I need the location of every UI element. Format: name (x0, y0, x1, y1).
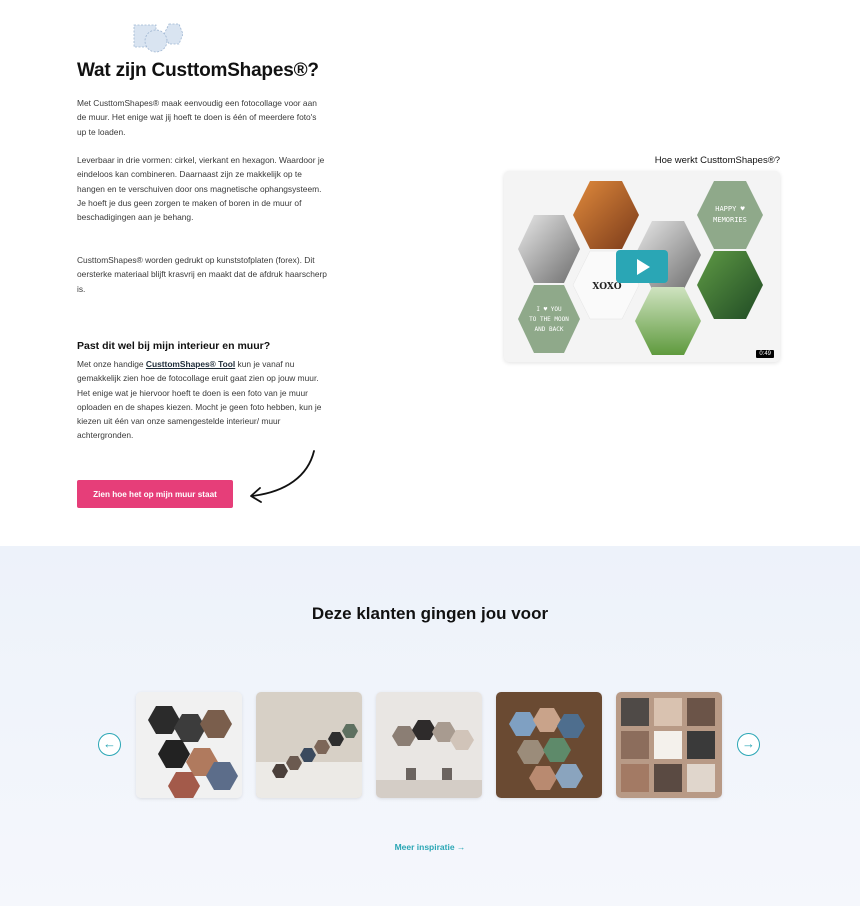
customers-section: Deze klanten gingen jou voor ← → Meer in… (0, 546, 860, 906)
customer-photo-3[interactable] (376, 692, 482, 798)
fit-text-before: Met onze handige (77, 359, 146, 369)
customer-photo-5[interactable] (616, 692, 722, 798)
tool-link[interactable]: CusttomShapes® Tool (146, 359, 235, 369)
curved-arrow-icon (250, 450, 315, 503)
intro-heading: Wat zijn CusttomShapes®? (77, 60, 319, 81)
customers-heading: Deze klanten gingen jou voor (311, 604, 549, 623)
hex-happy-memories-text-2: MEMORIES (713, 216, 747, 224)
intro-paragraph-2: Leverbaar in drie vormen: cirkel, vierka… (77, 155, 325, 223)
see-on-wall-button[interactable]: Zien hoe het op mijn muur staat (77, 480, 233, 508)
intro-paragraph-3: CusttomShapes® worden gedrukt op kunstst… (77, 255, 327, 294)
fit-heading: Past dit wel bij mijn interieur en muur? (77, 340, 271, 352)
customer-photo-4-image (496, 692, 602, 798)
hex-moon-text-2: TO THE MOON (529, 316, 569, 323)
intro-section: Wat zijn CusttomShapes®? Met CusttomShap… (0, 0, 860, 546)
hex-xoxo-text: XOXO (592, 282, 621, 292)
fit-paragraph: Met onze handige CusttomShapes® Tool kun… (77, 357, 327, 443)
hex-happy-memories-text: HAPPY ♥ (715, 205, 745, 213)
video-player[interactable]: HAPPY ♥ MEMORIES I ♥ YOU TO THE MOON AND… (504, 171, 780, 362)
customer-photo-3-image (376, 692, 482, 798)
arrow-right-icon[interactable]: → (737, 733, 760, 756)
customer-photo-2-image (256, 692, 362, 798)
arrow-left-icon[interactable]: ← (98, 733, 121, 756)
customer-photo-1-image (136, 692, 242, 798)
video-title: Hoe werkt CusttomShapes®? (654, 155, 780, 166)
customer-photo-2[interactable] (256, 692, 362, 798)
more-inspiration-link[interactable]: Meer inspiratie → (0, 842, 860, 852)
play-button[interactable] (616, 250, 668, 283)
fit-text-after: kun je vanaf nu gemakkelijk zien hoe de … (77, 359, 322, 441)
hex-moon-text-3: AND BACK (535, 326, 564, 333)
shapes-logo-icon (133, 23, 183, 53)
video-duration: 0:49 (756, 350, 774, 358)
play-icon (637, 258, 650, 275)
intro-paragraph-1: Met CusttomShapes® maak eenvoudig een fo… (77, 98, 317, 137)
customer-photo-4[interactable] (496, 692, 602, 798)
customer-photo-5-image (616, 692, 722, 798)
customer-photo-1[interactable] (136, 692, 242, 798)
hex-moon-text-1: I ♥ YOU (536, 306, 562, 313)
